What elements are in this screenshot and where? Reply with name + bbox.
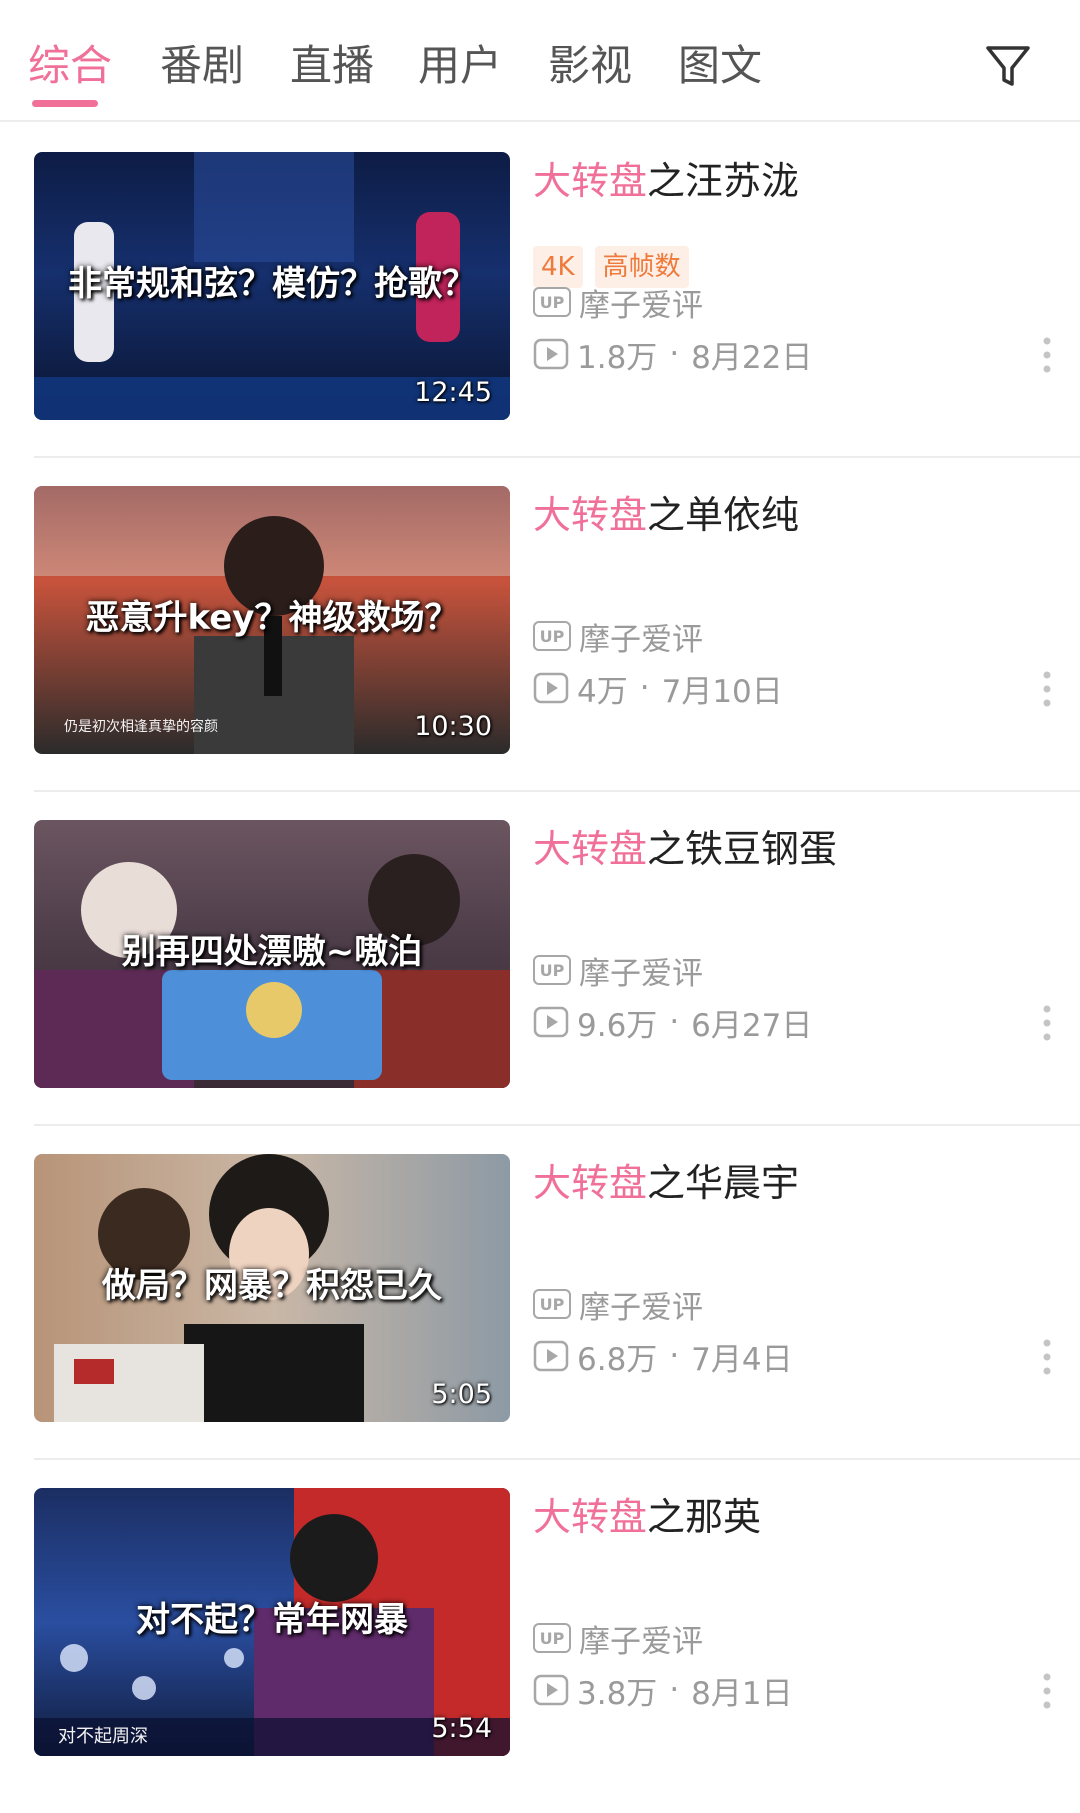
view-count: 6.8万 <box>577 1341 658 1378</box>
publish-date: 8月22日 <box>691 339 813 376</box>
title-rest: 之华晨宇 <box>647 1161 800 1205</box>
view-count: 4万 <box>577 673 628 710</box>
stats-row: 4万 · 7月10日 <box>533 668 783 710</box>
play-count-icon <box>533 672 569 704</box>
active-tab-indicator <box>32 100 98 107</box>
video-duration: 5:05 <box>431 1379 492 1410</box>
up-icon: UP <box>533 287 571 317</box>
more-options-icon[interactable] <box>1042 336 1052 374</box>
video-title[interactable]: 大转盘之汪苏泷 <box>533 154 799 208</box>
stats-row: 6.8万 · 7月4日 <box>533 1336 793 1378</box>
up-icon: UP <box>533 1289 571 1319</box>
play-count-icon <box>533 1674 569 1706</box>
uploader-name: 摩子爱评 <box>579 621 703 658</box>
video-result-item[interactable]: 做局？网暴？积怨已久 5:05 大转盘之华晨宇 UP 摩子爱评 6.8万 · 7… <box>0 1124 1080 1458</box>
title-rest: 之单依纯 <box>647 493 800 537</box>
play-count-icon <box>533 338 569 370</box>
title-keyword-highlight: 大转盘 <box>533 493 648 537</box>
video-thumbnail[interactable]: 对不起？常年网暴 对不起周深 5:54 <box>34 1488 510 1756</box>
uploader-name: 摩子爱评 <box>579 287 703 324</box>
tab-live[interactable]: 直播 <box>290 38 374 94</box>
tab-comprehensive[interactable]: 综合 <box>28 38 112 94</box>
uploader-row[interactable]: UP 摩子爱评 <box>533 1284 703 1326</box>
video-result-item[interactable]: 别再四处漂嗷~嗷泊 大转盘之铁豆钢蛋 UP 摩子爱评 9.6万 · 6月27日 <box>0 790 1080 1124</box>
thumbnail-caption: 恶意升key？神级救场？ <box>85 598 459 638</box>
separator-dot: · <box>669 1004 680 1040</box>
video-title[interactable]: 大转盘之那英 <box>533 1490 761 1544</box>
uploader-row[interactable]: UP 摩子爱评 <box>533 282 703 324</box>
tab-articles[interactable]: 图文 <box>678 38 762 94</box>
title-rest: 之那英 <box>647 1495 762 1539</box>
thumbnail-subtitle: 仍是初次相逢真挚的容颜 <box>64 719 218 735</box>
filter-icon[interactable] <box>982 40 1034 92</box>
title-keyword-highlight: 大转盘 <box>533 1495 648 1539</box>
uploader-row[interactable]: UP 摩子爱评 <box>533 616 703 658</box>
video-result-list: 非常规和弦？模仿？抢歌？ 12:45 大转盘之汪苏泷 4K 高帧数 UP 摩子爱评… <box>0 122 1080 1792</box>
thumbnail-caption: 对不起？常年网暴 <box>136 1600 408 1640</box>
title-rest: 之铁豆钢蛋 <box>647 827 838 871</box>
uploader-row[interactable]: UP 摩子爱评 <box>533 1618 703 1660</box>
separator-dot: · <box>639 670 650 706</box>
tab-film-tv[interactable]: 影视 <box>548 38 632 94</box>
publish-date: 6月27日 <box>691 1007 813 1044</box>
publish-date: 7月4日 <box>691 1341 793 1378</box>
more-options-icon[interactable] <box>1042 1338 1052 1376</box>
thumbnail-caption: 非常规和弦？模仿？抢歌？ <box>68 264 476 304</box>
thumbnail-subtitle: 对不起周深 <box>58 1726 148 1747</box>
up-icon: UP <box>533 955 571 985</box>
video-thumbnail[interactable]: 别再四处漂嗷~嗷泊 <box>34 820 510 1088</box>
separator-dot: · <box>669 1672 680 1708</box>
more-options-icon[interactable] <box>1042 1004 1052 1042</box>
video-result-item[interactable]: 非常规和弦？模仿？抢歌？ 12:45 大转盘之汪苏泷 4K 高帧数 UP 摩子爱评… <box>0 122 1080 456</box>
more-options-icon[interactable] <box>1042 670 1052 708</box>
stats-row: 1.8万 · 8月22日 <box>533 334 813 376</box>
title-keyword-highlight: 大转盘 <box>533 827 648 871</box>
thumbnail-caption: 做局？网暴？积怨已久 <box>102 1266 442 1306</box>
video-duration: 5:54 <box>431 1713 492 1744</box>
view-count: 9.6万 <box>577 1007 658 1044</box>
uploader-name: 摩子爱评 <box>579 1623 703 1660</box>
video-result-item[interactable]: 恶意升key？神级救场？ 仍是初次相逢真挚的容颜 10:30 大转盘之单依纯 U… <box>0 456 1080 790</box>
up-icon: UP <box>533 1623 571 1653</box>
separator-dot: · <box>669 336 680 372</box>
uploader-name: 摩子爱评 <box>579 955 703 992</box>
stats-row: 3.8万 · 8月1日 <box>533 1670 793 1712</box>
video-duration: 10:30 <box>414 711 492 742</box>
play-count-icon <box>533 1340 569 1372</box>
up-icon: UP <box>533 621 571 651</box>
view-count: 1.8万 <box>577 339 658 376</box>
separator-dot: · <box>669 1338 680 1374</box>
video-thumbnail[interactable]: 做局？网暴？积怨已久 5:05 <box>34 1154 510 1422</box>
tab-anime[interactable]: 番剧 <box>160 38 244 94</box>
title-keyword-highlight: 大转盘 <box>533 159 648 203</box>
video-thumbnail[interactable]: 恶意升key？神级救场？ 仍是初次相逢真挚的容颜 10:30 <box>34 486 510 754</box>
tab-bar: 综合 番剧 直播 用户 影视 图文 <box>0 0 1080 122</box>
video-title[interactable]: 大转盘之铁豆钢蛋 <box>533 822 837 876</box>
title-keyword-highlight: 大转盘 <box>533 1161 648 1205</box>
view-count: 3.8万 <box>577 1675 658 1712</box>
title-rest: 之汪苏泷 <box>647 159 800 203</box>
more-options-icon[interactable] <box>1042 1672 1052 1710</box>
uploader-name: 摩子爱评 <box>579 1289 703 1326</box>
stats-row: 9.6万 · 6月27日 <box>533 1002 813 1044</box>
video-thumbnail[interactable]: 非常规和弦？模仿？抢歌？ 12:45 <box>34 152 510 420</box>
play-count-icon <box>533 1006 569 1038</box>
publish-date: 7月10日 <box>661 673 783 710</box>
video-duration: 12:45 <box>414 377 492 408</box>
publish-date: 8月1日 <box>691 1675 793 1712</box>
video-result-item[interactable]: 对不起？常年网暴 对不起周深 5:54 大转盘之那英 UP 摩子爱评 3.8万 … <box>0 1458 1080 1792</box>
video-title[interactable]: 大转盘之单依纯 <box>533 488 799 542</box>
uploader-row[interactable]: UP 摩子爱评 <box>533 950 703 992</box>
video-title[interactable]: 大转盘之华晨宇 <box>533 1156 799 1210</box>
tab-users[interactable]: 用户 <box>418 38 502 94</box>
thumbnail-caption: 别再四处漂嗷~嗷泊 <box>121 932 423 972</box>
